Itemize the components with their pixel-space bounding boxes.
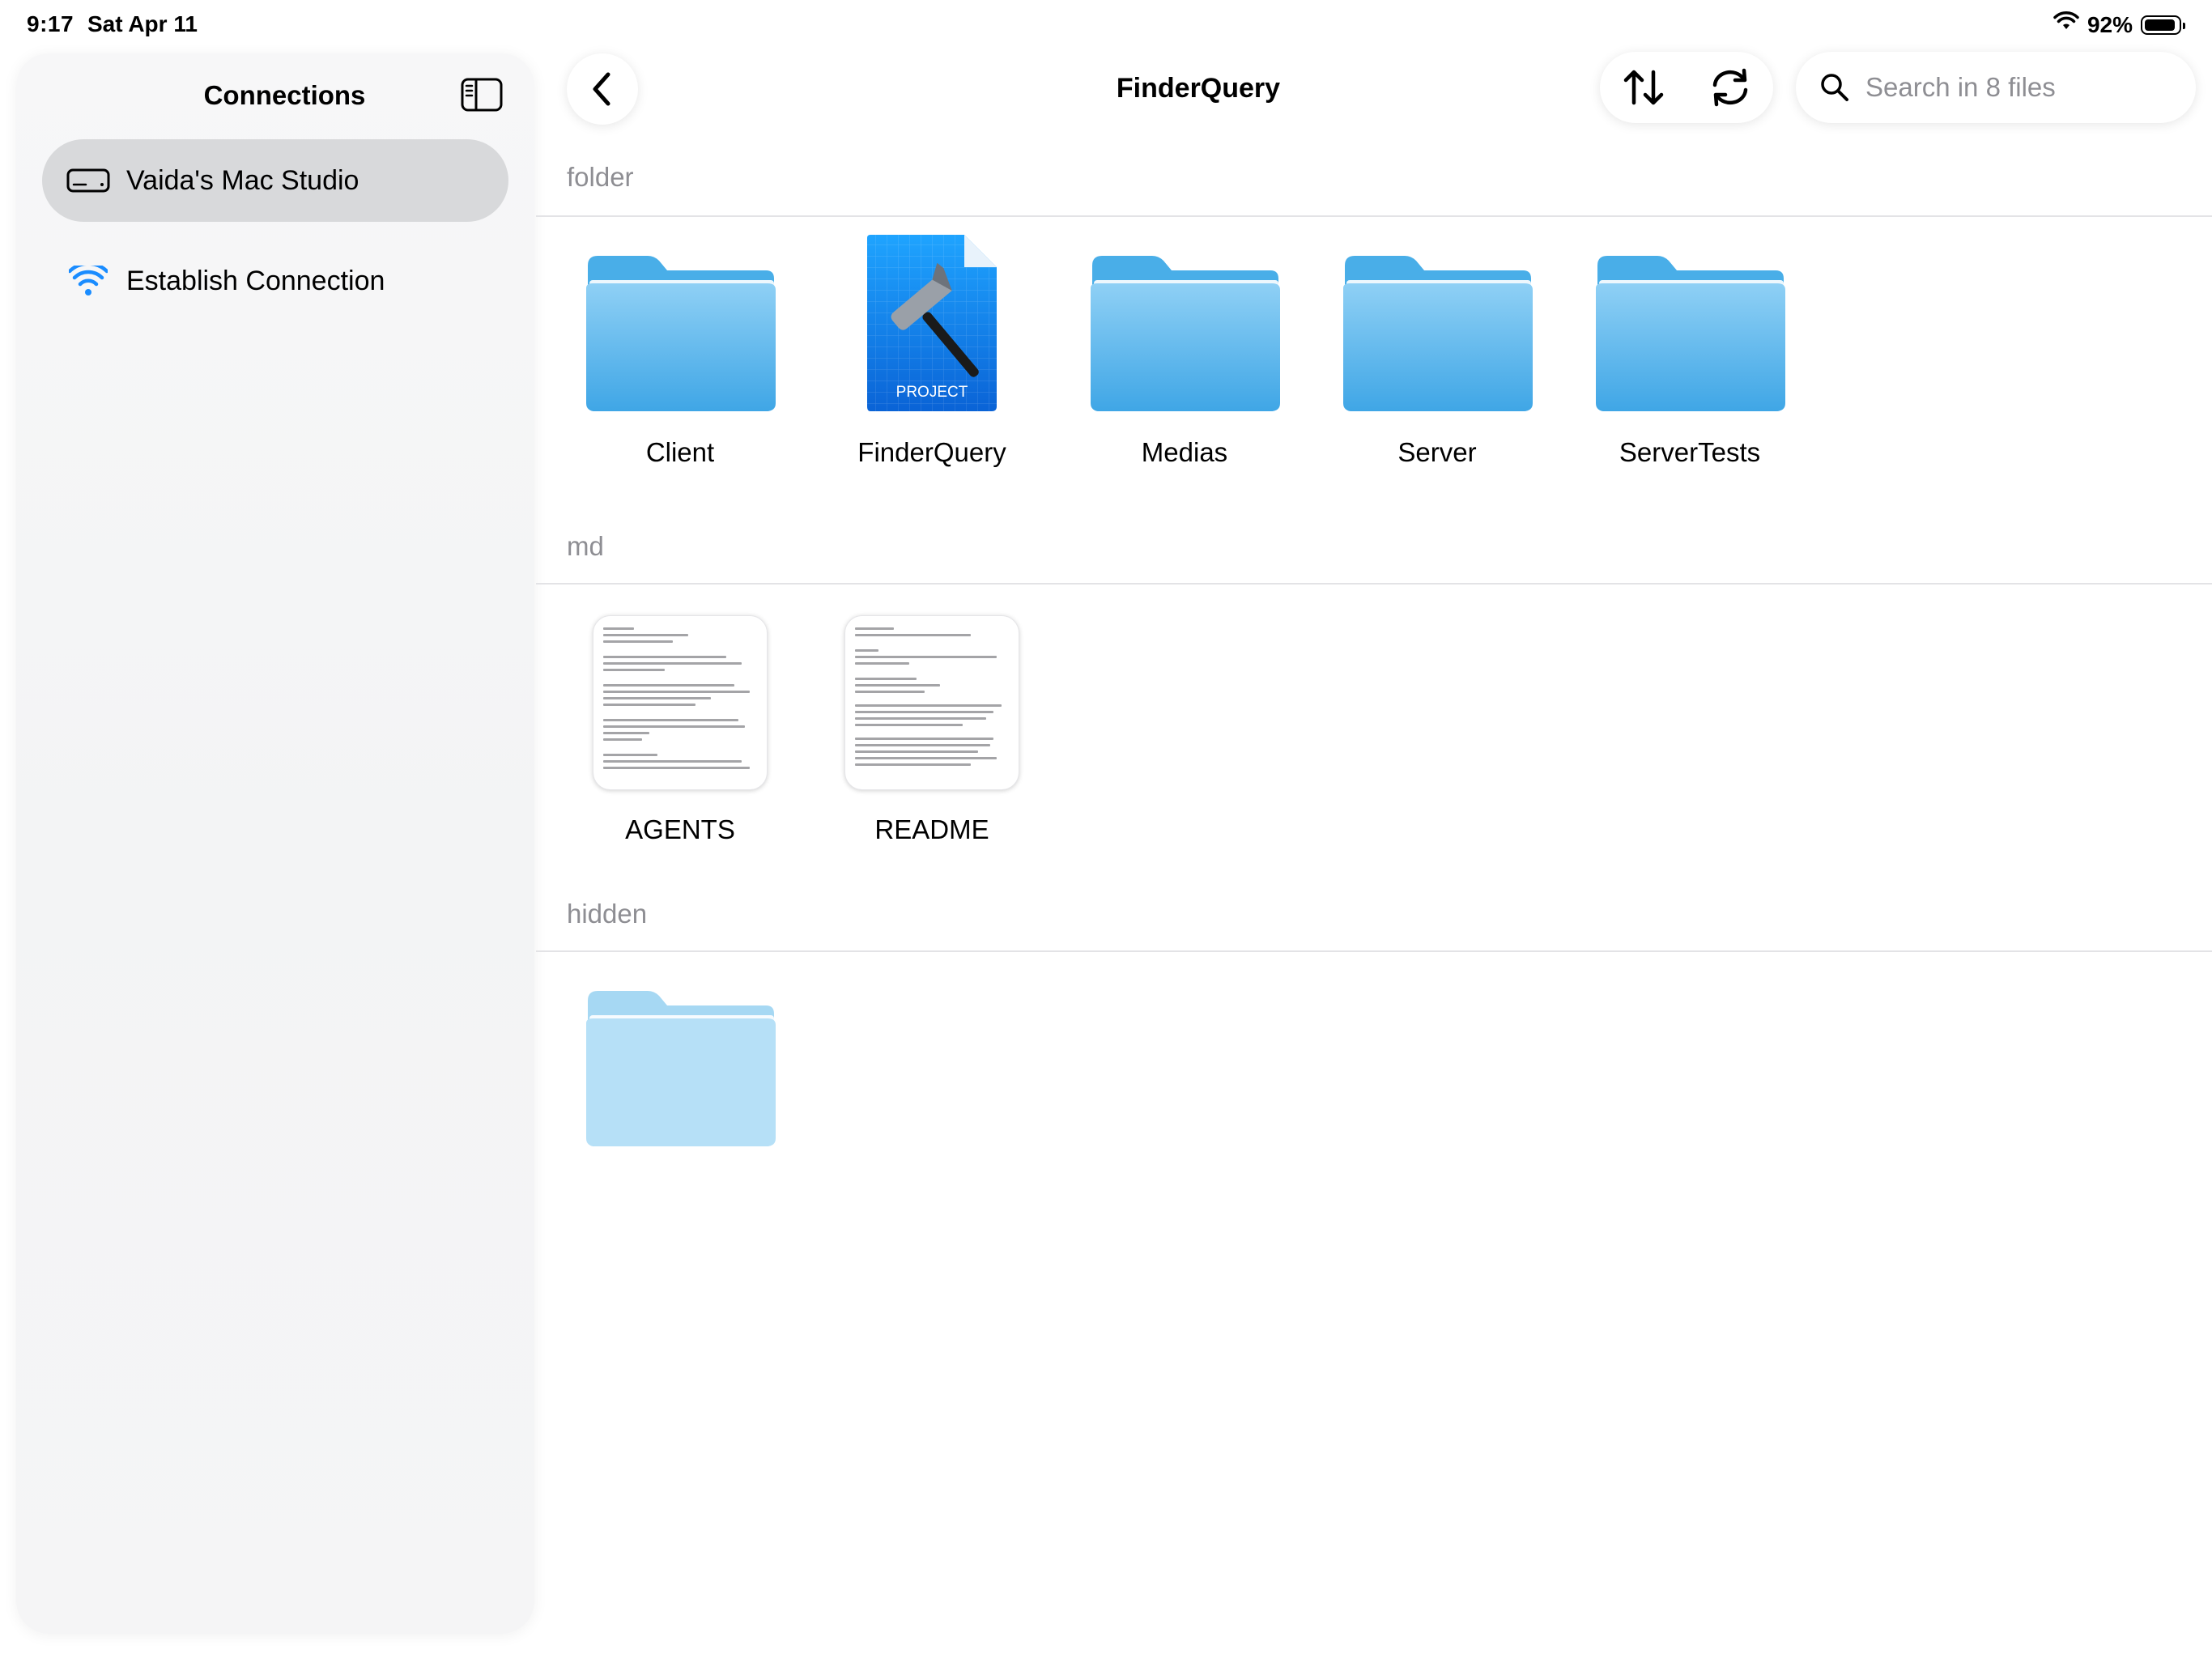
battery-percent: 92%	[2087, 11, 2133, 37]
status-date: Sat Apr 11	[87, 11, 198, 36]
section-header-folder: folder	[567, 162, 634, 192]
item-label: AGENTS	[625, 814, 735, 844]
grid-item-folder[interactable]: ServerTests	[1568, 235, 1811, 468]
mac-studio-icon	[66, 159, 110, 202]
item-label: FinderQuery	[857, 437, 1006, 467]
status-time: 9:17	[27, 11, 74, 36]
back-button[interactable]	[567, 53, 638, 125]
app-window: 9:17 Sat Apr 11 92% Connections Vaida's …	[0, 0, 2212, 1658]
chevron-left-icon	[593, 72, 610, 106]
section-header-hidden: hidden	[567, 899, 648, 929]
search-input[interactable]	[1864, 71, 2175, 104]
refresh-button[interactable]	[1695, 52, 1766, 123]
section-divider	[536, 950, 2212, 952]
sort-button[interactable]	[1608, 52, 1679, 123]
hidden-folder-icon	[586, 991, 776, 1146]
wifi-icon	[66, 259, 110, 303]
grid-item-folder[interactable]: Server	[1316, 235, 1559, 468]
folder-icon	[1091, 256, 1280, 411]
item-label: Client	[645, 437, 715, 467]
sidebar-item-label: Vaida's Mac Studio	[126, 164, 359, 196]
grid-item-hidden-folder[interactable]	[559, 970, 802, 1172]
sidebar-item-label: Establish Connection	[126, 265, 385, 296]
item-label: Server	[1397, 437, 1477, 467]
page-title: FinderQuery	[1116, 73, 1281, 104]
folder-icon	[586, 256, 776, 411]
document-thumbnail-icon	[593, 615, 768, 790]
folder-icon	[1343, 256, 1533, 411]
section-divider	[536, 583, 2212, 585]
grid-item-markdown[interactable]: README	[810, 607, 1053, 845]
sidebar-item-mac-studio[interactable]: Vaida's Mac Studio	[42, 139, 508, 222]
status-bar: 9:17 Sat Apr 11 92%	[0, 0, 2212, 52]
item-label: README	[874, 814, 989, 844]
grid-item-folder[interactable]: Medias	[1063, 235, 1306, 468]
toolbar-actions	[1600, 52, 1773, 123]
item-label: ServerTests	[1619, 437, 1761, 467]
document-thumbnail-icon	[844, 615, 1019, 790]
sidebar: Connections Vaida's Mac Studio Establish…	[16, 53, 534, 1634]
project-badge: PROJECT	[896, 384, 968, 401]
grid-item-markdown[interactable]: AGENTS	[559, 607, 802, 845]
sort-arrows-icon	[1623, 70, 1663, 105]
sidebar-icon	[461, 78, 503, 112]
refresh-icon	[1712, 68, 1747, 107]
xcode-project-icon: PROJECT	[867, 235, 997, 411]
item-label: Medias	[1141, 437, 1228, 467]
grid-item-folder[interactable]: Client	[559, 235, 802, 468]
battery-fill	[2145, 19, 2175, 31]
search-field[interactable]	[1796, 52, 2196, 123]
section-header-md: md	[567, 531, 604, 561]
battery-icon	[2141, 15, 2185, 35]
grid-item-xcode-project[interactable]: PROJECT FinderQuery	[810, 235, 1053, 468]
sidebar-item-establish-connection[interactable]: Establish Connection	[42, 240, 508, 322]
sidebar-toggle-button[interactable]	[458, 71, 505, 118]
wifi-status-icon	[2053, 11, 2079, 38]
section-divider	[536, 215, 2212, 217]
status-right: 92%	[2053, 11, 2185, 38]
search-icon	[1821, 74, 1848, 101]
folder-icon	[1596, 256, 1785, 411]
